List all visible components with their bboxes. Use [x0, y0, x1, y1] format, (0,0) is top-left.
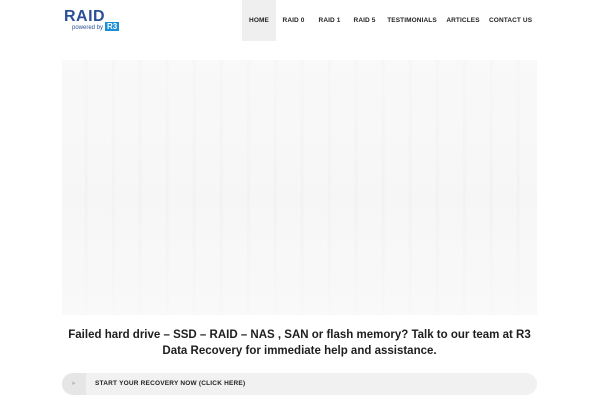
- logo-wordmark: RAID: [64, 8, 106, 25]
- nav-item-raid-5[interactable]: RAID 5: [351, 0, 378, 41]
- start-recovery-label: START YOUR RECOVERY NOW (CLICK HERE): [95, 380, 246, 387]
- nav-item-home[interactable]: HOME: [242, 0, 276, 41]
- logo-powered-by: powered by: [72, 25, 104, 31]
- arrow-right-icon: ▸: [62, 373, 86, 395]
- hero-image-overlay: [62, 60, 537, 315]
- nav-item-articles[interactable]: ARTICLES: [446, 0, 480, 41]
- site-header: RAID powered by R3 HOME RAID 0 RAID 1 RA…: [0, 0, 600, 41]
- nav-item-contact-us[interactable]: CONTACT US: [489, 0, 532, 41]
- site-logo[interactable]: RAID powered by R3: [64, 9, 124, 35]
- nav-item-raid-0[interactable]: RAID 0: [280, 0, 307, 41]
- hero-tagline: Failed hard drive – SSD – RAID – NAS , S…: [68, 329, 531, 357]
- nav-item-testimonials[interactable]: TESTIMONIALS: [387, 0, 437, 41]
- start-recovery-button[interactable]: ▸ START YOUR RECOVERY NOW (CLICK HERE): [62, 373, 537, 395]
- nav-item-raid-1[interactable]: RAID 1: [316, 0, 343, 41]
- logo-r3-badge: R3: [105, 22, 120, 31]
- hero-image: [62, 60, 537, 315]
